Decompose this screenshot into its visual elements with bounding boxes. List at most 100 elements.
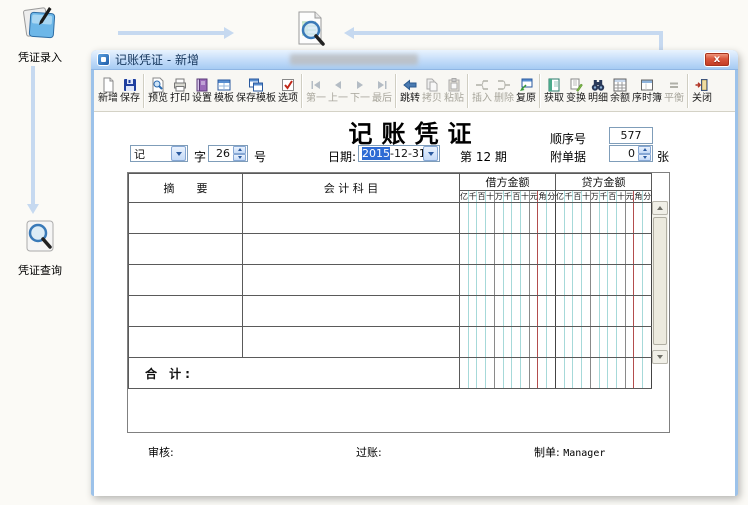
amount-digit-cell[interactable]	[503, 233, 513, 265]
amount-digit-cell[interactable]	[590, 233, 600, 265]
amount-digit-cell[interactable]	[590, 326, 600, 358]
toolbar-button-save-template[interactable]: 保存模板	[235, 76, 277, 106]
amount-digit-cell[interactable]	[476, 202, 487, 234]
amount-digit-cell[interactable]	[581, 233, 591, 265]
toolbar-button-save[interactable]: 保存	[119, 76, 141, 106]
amount-digit-cell[interactable]	[564, 295, 574, 327]
amount-digit-cell[interactable]	[616, 233, 626, 265]
toolbar-button-print[interactable]: 打印	[169, 76, 191, 106]
amount-digit-cell[interactable]	[599, 233, 609, 265]
amount-digit-cell[interactable]	[555, 264, 565, 296]
amount-digit-cell[interactable]	[485, 295, 495, 327]
amount-digit-cell[interactable]	[642, 202, 652, 234]
amount-digit-cell[interactable]	[581, 326, 591, 358]
summary-cell[interactable]	[128, 264, 243, 296]
amount-digit-cell[interactable]	[642, 233, 652, 265]
account-cell[interactable]	[242, 326, 460, 358]
amount-digit-cell[interactable]	[633, 202, 644, 234]
amount-digit-cell[interactable]	[494, 264, 504, 296]
amount-digit-cell[interactable]	[459, 326, 469, 358]
amount-digit-cell[interactable]	[537, 233, 548, 265]
amount-digit-cell[interactable]	[572, 233, 583, 265]
seq-input[interactable]: 577	[609, 127, 653, 144]
toolbar-button-template[interactable]: 模板	[213, 76, 235, 106]
amount-digit-cell[interactable]	[529, 233, 539, 265]
toolbar-button-preview[interactable]: 预览	[147, 76, 169, 106]
amount-digit-cell[interactable]	[564, 202, 574, 234]
voucher-type-combobox[interactable]: 记	[130, 145, 188, 162]
amount-digit-cell[interactable]	[520, 326, 530, 358]
amount-digit-cell[interactable]	[485, 264, 495, 296]
amount-digit-cell[interactable]	[625, 326, 635, 358]
account-cell[interactable]	[242, 264, 460, 296]
toolbar-button-transform[interactable]: 变换	[565, 76, 587, 106]
amount-digit-cell[interactable]	[476, 295, 487, 327]
amount-digit-cell[interactable]	[511, 295, 522, 327]
toolbar-button-restore[interactable]: 复原	[515, 76, 537, 106]
amount-digit-cell[interactable]	[616, 264, 626, 296]
toolbar-button-new[interactable]: 新增	[97, 76, 119, 106]
amount-digit-cell[interactable]	[468, 264, 478, 296]
attach-count-stepper[interactable]: 0	[609, 145, 653, 162]
toolbar-button-fetch[interactable]: 获取	[543, 76, 565, 106]
toolbar-button-detail[interactable]: 明细	[587, 76, 609, 106]
amount-digit-cell[interactable]	[476, 233, 487, 265]
scroll-down-button[interactable]	[652, 350, 668, 364]
amount-digit-cell[interactable]	[468, 295, 478, 327]
amount-digit-cell[interactable]	[537, 202, 548, 234]
spin-up-button[interactable]	[233, 146, 246, 154]
amount-digit-cell[interactable]	[459, 295, 469, 327]
amount-digit-cell[interactable]	[503, 264, 513, 296]
amount-digit-cell[interactable]	[625, 202, 635, 234]
amount-digit-cell[interactable]	[555, 326, 565, 358]
amount-digit-cell[interactable]	[494, 233, 504, 265]
amount-digit-cell[interactable]	[633, 233, 644, 265]
scroll-up-button[interactable]	[652, 201, 668, 215]
amount-digit-cell[interactable]	[642, 295, 652, 327]
amount-digit-cell[interactable]	[572, 295, 583, 327]
amount-digit-cell[interactable]	[607, 202, 617, 234]
account-cell[interactable]	[242, 295, 460, 327]
summary-cell[interactable]	[128, 202, 243, 234]
amount-digit-cell[interactable]	[572, 326, 583, 358]
spin-down-button[interactable]	[638, 153, 651, 161]
amount-digit-cell[interactable]	[485, 202, 495, 234]
amount-digit-cell[interactable]	[503, 295, 513, 327]
amount-digit-cell[interactable]	[564, 326, 574, 358]
voucher-number-stepper[interactable]: 26	[208, 145, 248, 162]
amount-digit-cell[interactable]	[590, 295, 600, 327]
summary-cell[interactable]	[128, 326, 243, 358]
amount-digit-cell[interactable]	[625, 264, 635, 296]
toolbar-button-close[interactable]: 关闭	[691, 76, 713, 106]
amount-digit-cell[interactable]	[599, 295, 609, 327]
amount-digit-cell[interactable]	[599, 202, 609, 234]
amount-digit-cell[interactable]	[511, 326, 522, 358]
chevron-down-icon[interactable]	[423, 146, 438, 161]
amount-digit-cell[interactable]	[511, 202, 522, 234]
amount-digit-cell[interactable]	[555, 295, 565, 327]
amount-digit-cell[interactable]	[607, 326, 617, 358]
amount-digit-cell[interactable]	[546, 326, 556, 358]
amount-digit-cell[interactable]	[459, 202, 469, 234]
amount-digit-cell[interactable]	[607, 264, 617, 296]
amount-digit-cell[interactable]	[459, 264, 469, 296]
amount-digit-cell[interactable]	[564, 264, 574, 296]
amount-digit-cell[interactable]	[529, 326, 539, 358]
amount-digit-cell[interactable]	[642, 326, 652, 358]
amount-digit-cell[interactable]	[537, 295, 548, 327]
amount-digit-cell[interactable]	[555, 233, 565, 265]
amount-digit-cell[interactable]	[520, 264, 530, 296]
amount-digit-cell[interactable]	[468, 202, 478, 234]
amount-digit-cell[interactable]	[625, 295, 635, 327]
amount-digit-cell[interactable]	[581, 202, 591, 234]
amount-digit-cell[interactable]	[494, 326, 504, 358]
amount-digit-cell[interactable]	[616, 326, 626, 358]
close-button[interactable]: x	[704, 52, 730, 67]
summary-cell[interactable]	[128, 233, 243, 265]
amount-digit-cell[interactable]	[590, 264, 600, 296]
spin-down-button[interactable]	[233, 153, 246, 161]
amount-digit-cell[interactable]	[511, 233, 522, 265]
amount-digit-cell[interactable]	[476, 264, 487, 296]
amount-digit-cell[interactable]	[485, 326, 495, 358]
amount-digit-cell[interactable]	[572, 202, 583, 234]
